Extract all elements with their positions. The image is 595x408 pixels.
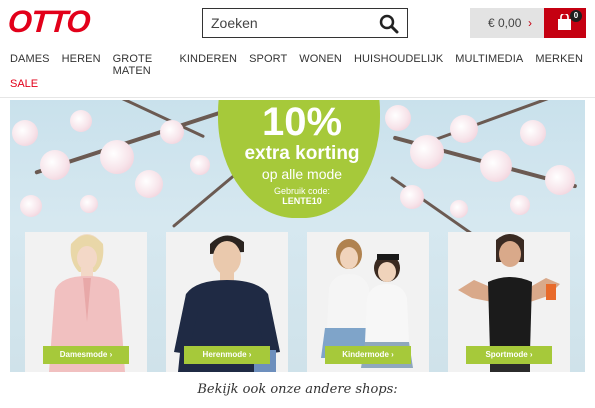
blossom-decoration — [12, 120, 38, 146]
blossom-decoration — [40, 150, 70, 180]
cart-count-badge: 0 — [570, 10, 582, 22]
blossom-decoration — [480, 150, 512, 182]
cart-total-value: € 0,00 — [488, 16, 522, 30]
search-icon[interactable] — [379, 14, 399, 34]
nav-item-kinderen[interactable]: KINDEREN — [179, 53, 237, 77]
blossom-decoration — [510, 195, 530, 215]
blossom-decoration — [160, 120, 184, 144]
cart-total-button[interactable]: € 0,00 › — [470, 8, 544, 38]
blossom-decoration — [100, 140, 134, 174]
promo-subline: op alle mode — [261, 166, 343, 182]
blossom-decoration — [20, 195, 42, 217]
promo-headline: extra korting — [244, 143, 360, 164]
blossom-decoration — [80, 195, 98, 213]
nav-item-merken[interactable]: MERKEN — [535, 53, 583, 77]
kindermode-button[interactable]: Kindermode › — [325, 346, 411, 364]
sportmode-button[interactable]: Sportmode › — [466, 346, 552, 364]
blossom-decoration — [70, 110, 92, 132]
otto-logo[interactable]: OTTO — [7, 4, 91, 40]
promo-code-label: Gebruik code: — [273, 186, 331, 196]
blossom-decoration — [135, 170, 163, 198]
header: OTTO € 0,00 › 0 — [0, 0, 595, 48]
blossom-decoration — [520, 120, 546, 146]
herenmode-button[interactable]: Herenmode › — [184, 346, 270, 364]
search-box[interactable] — [202, 8, 408, 38]
cart-button[interactable]: 0 — [544, 8, 586, 38]
nav-item-wonen[interactable]: WONEN — [299, 53, 342, 77]
chevron-right-icon: › — [528, 16, 532, 30]
blossom-decoration — [400, 185, 424, 209]
main-navigation: DAMES HEREN GROTE MATEN KINDEREN SPORT W… — [0, 50, 595, 94]
blossom-decoration — [450, 115, 478, 143]
nav-item-sport[interactable]: SPORT — [249, 53, 287, 77]
nav-item-sale[interactable]: SALE — [10, 78, 38, 90]
nav-divider — [0, 97, 595, 98]
search-input[interactable] — [203, 9, 373, 37]
nav-item-multimedia[interactable]: MULTIMEDIA — [455, 53, 523, 77]
nav-item-huishoudelijk[interactable]: HUISHOUDELIJK — [354, 53, 443, 77]
hero-banner[interactable]: 10% extra korting op alle mode Gebruik c… — [10, 100, 585, 372]
other-shops-heading: Bekijk ook onze andere shops: — [197, 382, 398, 397]
blossom-decoration — [190, 155, 210, 175]
blossom-decoration — [545, 165, 575, 195]
blossom-decoration — [410, 135, 444, 169]
nav-item-dames[interactable]: DAMES — [10, 53, 50, 77]
damesmode-button[interactable]: Damesmode › — [43, 346, 129, 364]
promo-code: LENTE10 — [282, 196, 322, 206]
blossom-decoration — [450, 200, 468, 218]
blossom-decoration — [385, 105, 411, 131]
nav-item-heren[interactable]: HEREN — [62, 53, 101, 77]
nav-item-grote-maten[interactable]: GROTE MATEN — [113, 53, 168, 77]
promo-percent: 10% — [261, 100, 343, 144]
